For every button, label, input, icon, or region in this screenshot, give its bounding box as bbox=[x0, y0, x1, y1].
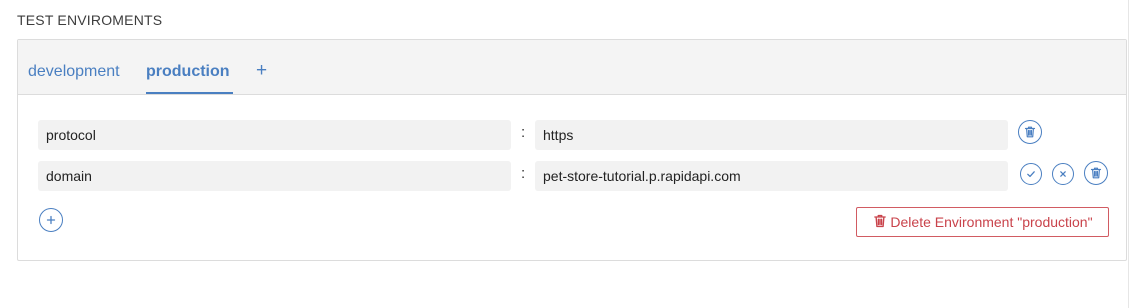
trash-icon bbox=[1089, 166, 1103, 180]
key-value-separator: : bbox=[521, 165, 526, 182]
divider bbox=[1128, 0, 1129, 308]
tab-production[interactable]: production bbox=[146, 63, 230, 81]
delete-environment-label: Delete Environment "production" bbox=[890, 214, 1093, 230]
variable-key-field[interactable]: domain bbox=[38, 161, 511, 191]
variable-key-field[interactable]: protocol bbox=[38, 120, 511, 150]
tab-development[interactable]: development bbox=[28, 63, 120, 81]
section-title: TEST ENVIROMENTS bbox=[17, 12, 163, 28]
plus-icon bbox=[45, 214, 57, 226]
delete-environment-button[interactable]: Delete Environment "production" bbox=[856, 207, 1109, 237]
close-icon bbox=[1057, 168, 1069, 180]
confirm-variable-button[interactable] bbox=[1020, 163, 1042, 185]
add-environment-tab[interactable]: + bbox=[256, 60, 267, 82]
variable-value-field[interactable]: pet-store-tutorial.p.rapidapi.com bbox=[535, 161, 1008, 191]
delete-variable-button[interactable] bbox=[1084, 161, 1108, 185]
delete-variable-button[interactable] bbox=[1018, 120, 1042, 144]
tab-bar: development production + bbox=[18, 40, 1126, 95]
check-icon bbox=[1025, 168, 1037, 180]
environments-panel: development production + protocol : http… bbox=[17, 39, 1127, 261]
add-variable-button[interactable] bbox=[39, 208, 63, 232]
cancel-variable-button[interactable] bbox=[1052, 163, 1074, 185]
trash-icon bbox=[1023, 125, 1037, 139]
trash-icon bbox=[872, 213, 888, 232]
active-tab-indicator bbox=[146, 92, 233, 94]
variable-value-field[interactable]: https bbox=[535, 120, 1008, 150]
key-value-separator: : bbox=[521, 124, 526, 141]
